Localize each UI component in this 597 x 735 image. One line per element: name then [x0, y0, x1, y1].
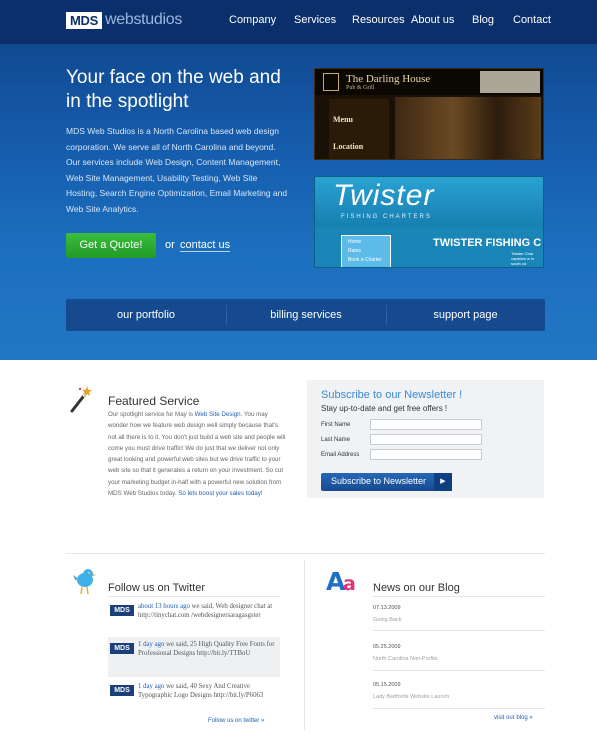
hero-section: MDS webstudios Company Services Resource… [0, 0, 597, 360]
tweet-time-link[interactable]: 1 day ago [138, 683, 164, 690]
tweet-time-link[interactable]: about 13 hours ago [138, 603, 190, 610]
twitter-title: Follow us on Twitter [108, 582, 206, 594]
featured-text-part: Our spotlight service for May is [108, 411, 195, 418]
tweet-text: 1 day ago we said, 40 Sexy And Creative … [138, 683, 278, 700]
shot-link: Rates [348, 248, 362, 254]
blog-post-title[interactable]: North Carolina Non-Profits [373, 656, 438, 662]
visit-blog-link[interactable]: visit our blog » [494, 715, 533, 721]
shot-subtitle: FISHING CHARTERS [341, 214, 432, 220]
tab-billing-services[interactable]: billing services [226, 299, 386, 331]
svg-text:a: a [343, 573, 356, 594]
blog-post-date: 05.15.2009 [373, 682, 401, 688]
portfolio-shot-twister[interactable]: Twister FISHING CHARTERS Home Rates Book… [314, 176, 544, 268]
nav-blog[interactable]: Blog [472, 14, 494, 26]
section-tabs: our portfolio billing services support p… [66, 299, 545, 331]
typography-aa-icon: A a [326, 567, 356, 594]
shot-menu-label: Menu [333, 115, 353, 124]
blog-post-date: 05.25.2009 [373, 644, 401, 650]
shot-nav-panel: Home Rates Book a Charter [341, 235, 391, 267]
mds-avatar: MDS [110, 605, 134, 616]
twitter-bird-icon [73, 569, 96, 595]
blog-post-divider [373, 670, 545, 671]
tweet-time-link[interactable]: 1 day ago [138, 641, 164, 648]
featured-text-part: . You may wonder how we feature web desi… [108, 411, 286, 498]
portfolio-shot-darling-house[interactable]: The Darling House Pub & Grill Menu Locat… [314, 68, 544, 160]
newsletter-subtitle: Stay up-to-date and get free offers ! [321, 404, 448, 413]
mds-avatar: MDS [110, 685, 134, 696]
tweet-text: about 13 hours ago we said, Web designer… [138, 603, 278, 620]
nav-company[interactable]: Company [229, 14, 276, 26]
shot-link: Book a Charter [348, 257, 382, 263]
newsletter-title: Subscribe to our Newsletter ! [321, 389, 463, 401]
shot-small-text: Twister Char captains w in south ca [511, 251, 535, 266]
subscribe-button-label: Subscribe to Newsletter [331, 476, 427, 486]
tweet-item: MDS 1 day ago we said, 40 Sexy And Creat… [108, 681, 280, 713]
tweet-item: MDS 1 day ago we said, 25 High Quality F… [108, 637, 280, 677]
blog-post-divider [373, 708, 545, 709]
nav-about-us[interactable]: About us [411, 14, 454, 26]
nav-services[interactable]: Services [294, 14, 336, 26]
tab-support-page[interactable]: support page [386, 299, 545, 331]
email-address-field[interactable] [370, 449, 482, 460]
subscribe-button[interactable]: Subscribe to Newsletter ▶ [321, 473, 452, 491]
featured-service-title: Featured Service [108, 394, 200, 408]
nav-contact[interactable]: Contact [513, 14, 551, 26]
follow-on-twitter-link[interactable]: Follow us on twitter » [208, 718, 264, 724]
twitter-title-underline [108, 596, 280, 597]
blog-post-divider [373, 630, 545, 631]
tweet-text: 1 day ago we said, 25 High Quality Free … [138, 641, 278, 658]
tab-our-portfolio[interactable]: our portfolio [66, 299, 226, 331]
top-navbar: MDS webstudios Company Services Resource… [0, 0, 597, 44]
main-nav: Company Services Resources About us Blog… [0, 14, 597, 30]
first-name-field[interactable] [370, 419, 482, 430]
hero-description: MDS Web Studios is a North Carolina base… [66, 126, 288, 214]
shot-info-box [480, 71, 540, 93]
tweet-item: MDS about 13 hours ago we said, Web desi… [108, 601, 280, 633]
boost-sales-link[interactable]: So lets boost your sales today! [178, 490, 262, 497]
get-quote-button[interactable]: Get a Quote! [66, 233, 156, 258]
shot-title: The Darling House [346, 73, 431, 85]
newsletter-box: Subscribe to our Newsletter ! Stay up-to… [307, 380, 544, 498]
hero-title: Your face on the web and in the spotligh… [66, 67, 281, 112]
featured-service-text: Our spotlight service for May is Web Sit… [108, 409, 286, 499]
darling-house-logo-icon [323, 73, 339, 91]
email-address-label: Email Address [321, 452, 360, 458]
shot-interior-photo [395, 97, 541, 159]
first-name-label: First Name [321, 422, 351, 428]
nav-resources[interactable]: Resources [352, 14, 405, 26]
contact-us-link[interactable]: contact us [180, 239, 231, 252]
magic-wand-icon [70, 386, 92, 413]
column-divider [304, 560, 305, 730]
shot-location-label: Location [333, 142, 364, 151]
shot-heading: TWISTER FISHING C [433, 237, 542, 249]
shot-title: Twister [333, 179, 435, 212]
shot-subtitle: Pub & Grill [346, 85, 375, 91]
blog-title: News on our Blog [373, 582, 460, 594]
shot-link: Home [348, 239, 362, 245]
section-divider [66, 553, 545, 554]
last-name-field[interactable] [370, 434, 482, 445]
web-site-design-link[interactable]: Web Site Design [195, 411, 241, 418]
arrow-right-icon: ▶ [434, 473, 452, 491]
blog-title-underline [373, 596, 545, 597]
blog-post-title[interactable]: Going Back [373, 617, 401, 623]
or-label: or [165, 239, 175, 251]
last-name-label: Last Name [321, 437, 351, 443]
blog-post-title[interactable]: Lady Bedfords Website Launch [373, 694, 449, 700]
blog-post-date: 07.13.2009 [373, 605, 401, 611]
mds-avatar: MDS [110, 643, 134, 654]
